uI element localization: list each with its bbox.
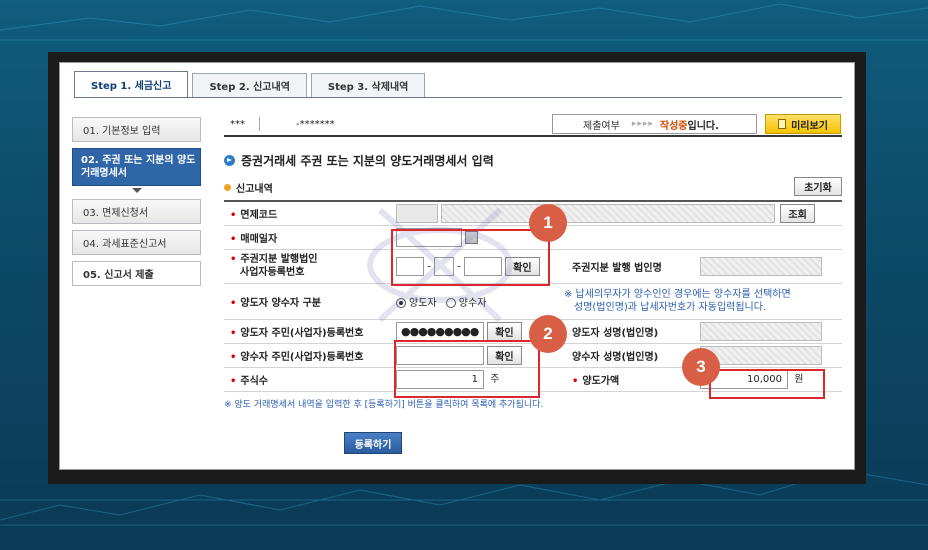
step-badge-1: 1 [529,204,567,242]
transferor-name-label: 양도자 성명(법인명) [564,319,700,344]
sidebar-item-exemption[interactable]: 03. 면제신청서 [72,199,201,224]
party-type-cell: 양도자 양수자 [388,283,564,320]
sidebar-item-transfer-statement[interactable]: 02. 주권 또는 지분의 양도거래명세서 [72,148,201,186]
report-subheader: 신고내역 초기화 [224,177,842,197]
radio-transferor[interactable] [396,297,406,308]
status-label: 제출여부 [583,120,620,132]
radio-transferee[interactable] [445,297,456,308]
highlight-box-2 [394,340,540,398]
trade-date-label: • 매매일자 [224,225,388,250]
exempt-code-cell: 조회 [388,201,842,226]
exempt-code-name-field [441,203,776,223]
issuer-name-label: 주권지분 발행 법인명 [564,249,700,284]
issuer-name-field [700,256,822,276]
play-circle-icon [224,154,235,166]
radio-transferor-label: 양도자 [409,297,437,309]
radio-transferee-label: 양수자 [458,297,487,309]
tab-step3[interactable]: Step 3. 삭제내역 [310,73,426,97]
transferor-name-cell [700,319,842,344]
highlight-box-1 [391,229,550,286]
preview-button[interactable]: 미리보기 [765,114,841,134]
status-suffix: 입니다. [687,120,719,132]
party-type-label: • 양도자 양수자 구분 [224,283,388,320]
tab-step2[interactable]: Step 2. 신고내역 [192,73,307,97]
tab-step1[interactable]: Step 1. 세금신고 [74,71,189,97]
page-title: 증권거래세 주권 또는 지분의 양도거래명세서 입력 [224,151,842,169]
sidebar: 01. 기본정보 입력 02. 주권 또는 지분의 양도거래명세서 03. 면제… [72,117,201,292]
masked-number: -******* [296,119,335,130]
reset-button[interactable]: 초기화 [794,177,842,196]
table-row: • 양도자 양수자 구분 양도자 양수자 ※ 납세의무자가 양수인인 경우에는 양… [224,283,842,320]
exempt-code-label: • 면제코드 [224,201,388,226]
transferee-name-cell [700,343,842,368]
sidebar-item-tax-base[interactable]: 04. 과세표준신고서 [72,230,201,255]
transferor-name-field [700,321,822,341]
highlight-box-3 [709,369,825,399]
step-tabs: Step 1. 세금신고 Step 2. 신고내역 Step 3. 삭제내역 [74,71,429,97]
report-subheader-text: 신고내역 [236,183,273,195]
status-value: 작성중 [659,120,688,132]
shares-label: • 주식수 [224,367,388,392]
submission-status: 제출여부 ▸▸▸▸ 작성중 입니다. [552,114,757,134]
masked-id: *** [230,119,245,130]
step-badge-2: 2 [529,315,567,353]
transferor-id-input[interactable]: ●●●●●●●●● [396,321,484,341]
transferee-id-label: • 양수자 주민(사업자)등록번호 [224,343,388,368]
step-badge-3: 3 [682,348,720,386]
divider [259,117,260,131]
transferee-note: ※ 납세의무자가 양수인인 경우에는 양수자를 선택하면 성명(법인명)과 납세자… [564,283,842,320]
bullet-icon [224,183,231,191]
issuer-bizno-label: • 주권지분 발행법인 사업자등록번호 [224,249,388,284]
issuer-name-cell [700,249,842,284]
register-button[interactable]: 등록하기 [344,432,402,454]
confirm-transferor-button[interactable]: 확인 [487,321,522,341]
arrows-icon: ▸▸▸▸ [631,119,654,129]
preview-label: 미리보기 [791,120,828,132]
chevron-down-icon [131,188,142,193]
tabs-divider [74,97,842,98]
amount-label: • 양도가액 [564,367,700,392]
sidebar-item-submit[interactable]: 05. 신고서 제출 [72,261,201,286]
document-icon [778,119,787,129]
page-title-text: 증권거래세 주권 또는 지분의 양도거래명세서 입력 [241,153,494,168]
transferee-name-label: 양수자 성명(법인명) [564,343,700,368]
transferor-id-label: • 양도자 주민(사업자)등록번호 [224,319,388,344]
exempt-code-input[interactable] [396,203,438,223]
lookup-button[interactable]: 조회 [780,203,815,223]
sidebar-item-basic-info[interactable]: 01. 기본정보 입력 [72,117,201,142]
status-bar: *** -******* 제출여부 ▸▸▸▸ 작성중 입니다. 미리보기 [224,113,842,137]
